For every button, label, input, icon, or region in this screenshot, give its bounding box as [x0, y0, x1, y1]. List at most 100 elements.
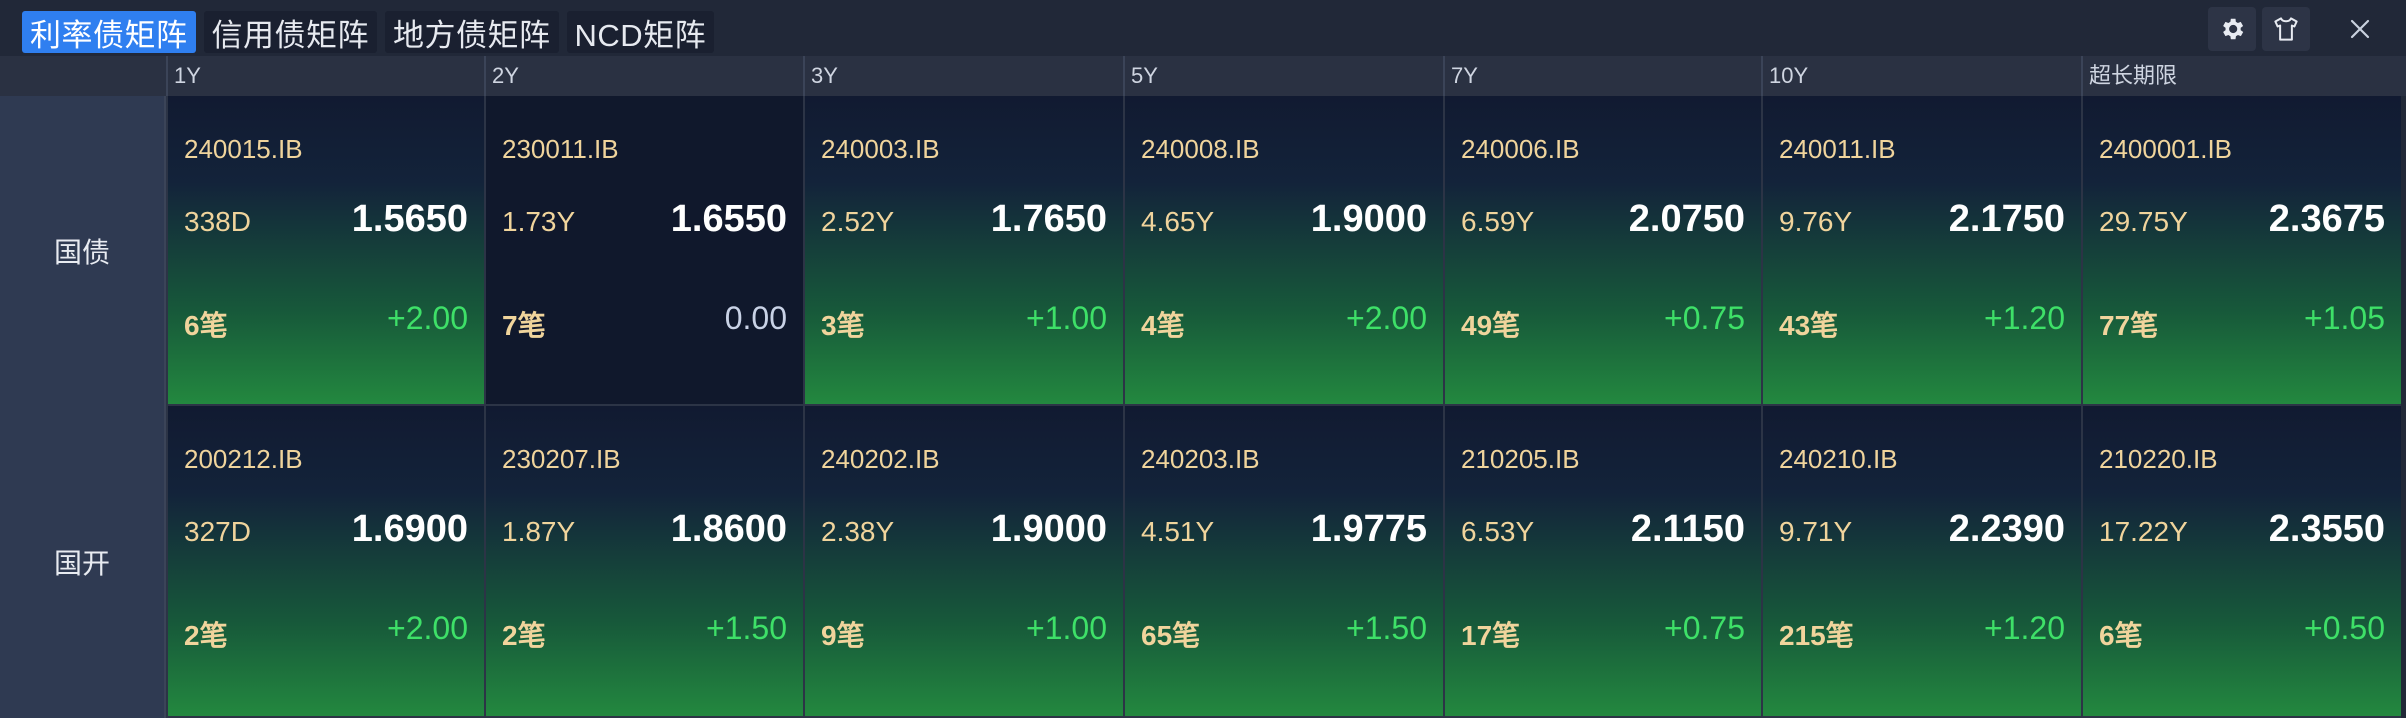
- tab-bar: 利率债矩阵 信用债矩阵 地方债矩阵 NCD矩阵: [0, 0, 2406, 57]
- yield-value: 1.8600: [670, 508, 787, 550]
- shirt-icon: [2274, 17, 2298, 41]
- remaining-term: 6.59Y: [1461, 206, 1535, 237]
- trade-count: 65笔: [1141, 620, 1201, 651]
- matrix-cell[interactable]: 230011.IB 1.73Y 1.6550 7笔 0.00: [484, 96, 803, 406]
- bp-change: +1.05: [2304, 300, 2385, 336]
- gear-icon: [2223, 18, 2244, 40]
- bp-change: +2.00: [1346, 300, 1427, 336]
- column-header-1y: 1Y: [166, 56, 484, 96]
- column-header-10y: 10Y: [1761, 56, 2081, 96]
- column-header-ultra-long: 超长期限: [2081, 56, 2401, 96]
- bond-code: 200212.IB: [184, 444, 303, 474]
- yield-value: 2.1150: [1630, 508, 1745, 550]
- bp-change: +0.50: [2304, 610, 2385, 646]
- yield-value: 1.5650: [351, 198, 468, 240]
- yield-value: 1.6550: [670, 198, 787, 240]
- bp-change: +1.00: [1026, 300, 1107, 336]
- remaining-term: 1.87Y: [502, 516, 576, 547]
- close-button[interactable]: [2336, 7, 2384, 51]
- bp-change: +1.20: [1984, 610, 2065, 646]
- bond-code: 240203.IB: [1141, 444, 1260, 474]
- remaining-term: 4.65Y: [1141, 206, 1215, 237]
- bond-code: 240008.IB: [1141, 134, 1260, 164]
- matrix-cell[interactable]: 240006.IB 6.59Y 2.0750 49笔 +0.75: [1443, 96, 1761, 406]
- bp-change: +1.00: [1026, 610, 1107, 646]
- yield-value: 2.1750: [1948, 198, 2065, 240]
- remaining-term: 6.53Y: [1461, 516, 1535, 547]
- trade-count: 9笔: [821, 620, 865, 651]
- matrix-cell[interactable]: 240011.IB 9.76Y 2.1750 43笔 +1.20: [1761, 96, 2081, 406]
- bond-code: 240011.IB: [1779, 134, 1896, 164]
- matrix-cell[interactable]: 240203.IB 4.51Y 1.9775 65笔 +1.50: [1123, 406, 1443, 718]
- settings-button[interactable]: [2208, 7, 2256, 51]
- yield-value: 2.3675: [2268, 198, 2385, 240]
- trade-count: 4笔: [1141, 310, 1185, 341]
- term-header-row: 1Y 2Y 3Y 5Y 7Y 10Y 超长期限: [0, 56, 2406, 96]
- bond-code: 230207.IB: [502, 444, 621, 474]
- bp-change: +0.75: [1664, 610, 1745, 646]
- remaining-term: 2.52Y: [821, 206, 895, 237]
- matrix-cell[interactable]: 210220.IB 17.22Y 2.3550 6笔 +0.50: [2081, 406, 2401, 718]
- matrix-cell[interactable]: 240003.IB 2.52Y 1.7650 3笔 +1.00: [803, 96, 1123, 406]
- yield-value: 1.9000: [1310, 198, 1427, 240]
- bp-change: +2.00: [387, 300, 468, 336]
- column-header-7y: 7Y: [1443, 56, 1761, 96]
- trade-count: 3笔: [821, 310, 865, 341]
- bp-change: +1.50: [1346, 610, 1427, 646]
- yield-value: 1.9000: [990, 508, 1107, 550]
- bond-code: 240015.IB: [184, 134, 303, 164]
- matrix-tabs: 利率债矩阵 信用债矩阵 地方债矩阵 NCD矩阵: [22, 11, 715, 53]
- remaining-term: 1.73Y: [502, 206, 576, 237]
- remaining-term: 29.75Y: [2099, 206, 2188, 237]
- tab-local-bond-matrix[interactable]: 地方债矩阵: [385, 11, 559, 53]
- matrix-cell[interactable]: 210205.IB 6.53Y 2.1150 17笔 +0.75: [1443, 406, 1761, 718]
- matrix-cell[interactable]: 200212.IB 327D 1.6900 2笔 +2.00: [166, 406, 484, 718]
- matrix-cell[interactable]: 240008.IB 4.65Y 1.9000 4笔 +2.00: [1123, 96, 1443, 406]
- bond-code: 2400001.IB: [2099, 134, 2233, 164]
- bond-code: 230011.IB: [502, 134, 619, 164]
- remaining-term: 9.76Y: [1779, 206, 1853, 237]
- bond-code: 210205.IB: [1461, 444, 1580, 474]
- matrix-cell[interactable]: 240210.IB 9.71Y 2.2390 215笔 +1.20: [1761, 406, 2081, 718]
- trade-count: 77笔: [2099, 310, 2159, 341]
- remaining-term: 9.71Y: [1779, 516, 1853, 547]
- bond-code: 240003.IB: [821, 134, 940, 164]
- bp-change: +1.50: [706, 610, 787, 646]
- bp-change: +0.75: [1664, 300, 1745, 336]
- theme-button[interactable]: [2262, 7, 2310, 51]
- matrix-cell[interactable]: 2400001.IB 29.75Y 2.3675 77笔 +1.05: [2081, 96, 2401, 406]
- remaining-term: 17.22Y: [2099, 516, 2188, 547]
- trade-count: 6笔: [2099, 620, 2143, 651]
- remaining-term: 4.51Y: [1141, 516, 1215, 547]
- column-header-3y: 3Y: [803, 56, 1123, 96]
- yield-value: 1.9775: [1310, 508, 1427, 550]
- trade-count: 2笔: [184, 620, 228, 651]
- header-corner: [0, 56, 168, 96]
- matrix-cell[interactable]: 240015.IB 338D 1.5650 6笔 +2.00: [166, 96, 484, 406]
- yield-value: 2.3550: [2268, 508, 2385, 550]
- bond-code: 240202.IB: [821, 444, 940, 474]
- bp-change: +1.20: [1984, 300, 2065, 336]
- bond-matrix-window: 利率债矩阵 信用债矩阵 地方债矩阵 NCD矩阵 1Y 2Y 3Y 5Y 7Y 1…: [0, 0, 2406, 718]
- tab-ncd-matrix[interactable]: NCD矩阵: [566, 11, 715, 53]
- rate-bond-matrix: 1Y 2Y 3Y 5Y 7Y 10Y 超长期限 国债 国开 240015.IB …: [0, 56, 2406, 718]
- bond-code: 210220.IB: [2099, 444, 2218, 474]
- trade-count: 17笔: [1461, 620, 1521, 651]
- yield-value: 1.6900: [351, 508, 468, 550]
- column-header-5y: 5Y: [1123, 56, 1443, 96]
- tab-rate-bond-matrix[interactable]: 利率债矩阵: [22, 11, 196, 53]
- yield-value: 2.0750: [1628, 198, 1745, 240]
- remaining-term: 2.38Y: [821, 516, 895, 547]
- tab-credit-bond-matrix[interactable]: 信用债矩阵: [203, 11, 377, 53]
- yield-value: 2.2390: [1948, 508, 2065, 550]
- trade-count: 7笔: [502, 310, 546, 341]
- matrix-cell[interactable]: 230207.IB 1.87Y 1.8600 2笔 +1.50: [484, 406, 803, 718]
- bond-code: 240006.IB: [1461, 134, 1580, 164]
- bond-code: 240210.IB: [1779, 444, 1898, 474]
- close-icon: [2350, 19, 2370, 39]
- trade-count: 49笔: [1461, 310, 1521, 341]
- trade-count: 43笔: [1779, 310, 1839, 341]
- matrix-cell[interactable]: 240202.IB 2.38Y 1.9000 9笔 +1.00: [803, 406, 1123, 718]
- yield-value: 1.7650: [990, 198, 1107, 240]
- bp-change: 0.00: [724, 300, 787, 336]
